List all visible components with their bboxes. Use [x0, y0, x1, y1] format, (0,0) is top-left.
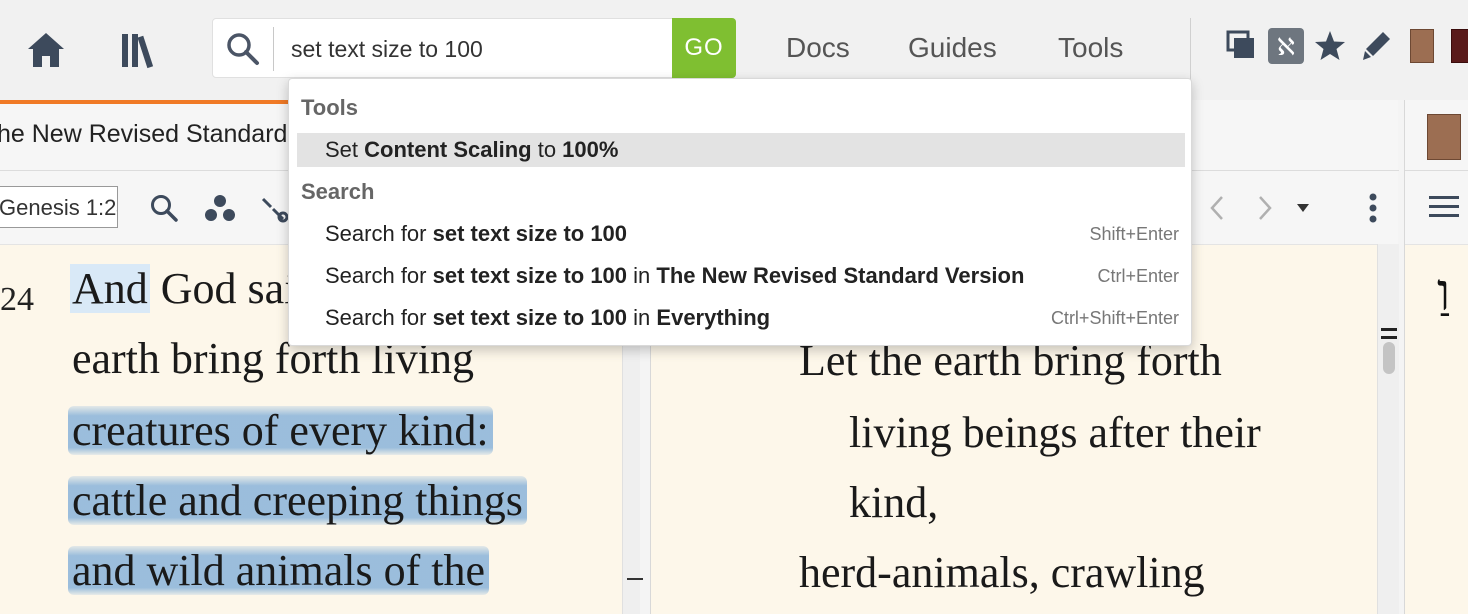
hamburger-menu-icon[interactable] [1429, 194, 1459, 225]
suggestion-query: set text size to 100 [432, 221, 628, 246]
suggestion-text: Search for [325, 221, 433, 246]
highlighted-text[interactable]: creatures of every kind: [68, 406, 493, 455]
tab-divider [1405, 170, 1468, 171]
home-icon[interactable] [24, 28, 68, 72]
previous-chevron-icon[interactable] [1199, 190, 1235, 226]
nav-docs[interactable]: Docs [786, 32, 850, 64]
text-line-5: and wild animals of the [68, 545, 490, 596]
suggestion-text: Search for [325, 263, 433, 288]
suggestion-search[interactable]: Search for set text size to 100 Shift+En… [297, 217, 1185, 251]
resource-cover-thumbnail[interactable] [1427, 114, 1461, 160]
selected-word[interactable]: And [70, 264, 150, 313]
scroll-marker [1381, 336, 1397, 339]
suggestion-text: to [531, 137, 563, 162]
book-thumbnail-icon-2[interactable] [1444, 28, 1468, 64]
suggestion-search-in-everything[interactable]: Search for set text size to 100 in Every… [297, 301, 1185, 335]
go-button[interactable]: GO [672, 18, 736, 78]
scroll-marker [1381, 328, 1397, 331]
suggestion-value: 100% [562, 137, 619, 162]
suggestion-target: The New Revised Standard Version [656, 263, 1025, 288]
search-separator [273, 27, 274, 71]
suggestion-text: in [627, 305, 657, 330]
text-line-3: creatures of every kind: [68, 405, 493, 456]
suggestion-query: set text size to 100 [432, 263, 628, 288]
highlighted-text[interactable]: cattle and creeping things [68, 476, 527, 525]
history-dropdown-icon[interactable] [1285, 190, 1321, 226]
library-icon[interactable] [120, 28, 164, 72]
toolbar-divider [1190, 18, 1191, 80]
nav-tools[interactable]: Tools [1058, 32, 1123, 64]
suggestion-search-in-nrsv[interactable]: Search for set text size to 100 in The N… [297, 259, 1185, 293]
suggestion-text: in [627, 263, 657, 288]
svg-text:ℵ: ℵ [1277, 33, 1295, 61]
visual-filters-icon[interactable] [202, 190, 238, 226]
next-chevron-icon[interactable] [1247, 190, 1283, 226]
highlighter-icon[interactable] [1358, 28, 1394, 64]
scroll-marker [627, 578, 643, 580]
suggestion-query: set text size to 100 [432, 305, 628, 330]
verse-number: 24 [0, 281, 34, 318]
unlink-icon[interactable] [256, 190, 292, 226]
hebrew-tool-icon[interactable]: ℵ [1268, 28, 1304, 64]
search-icon[interactable] [225, 31, 261, 67]
highlighted-text[interactable]: and wild animals of the [68, 546, 490, 595]
panel-scrollbar[interactable] [1377, 244, 1399, 614]
layouts-icon[interactable] [1224, 28, 1260, 64]
reference-box[interactable]: Genesis 1:24 [0, 186, 118, 228]
command-search-input[interactable] [283, 29, 673, 69]
suggestion-target: Everything [656, 305, 771, 330]
suggestion-text: Search for [325, 305, 433, 330]
text-line-4: cattle and creeping things [68, 475, 527, 526]
keyboard-shortcut: Ctrl+Enter [1097, 266, 1179, 286]
suggestion-text: Set [325, 137, 365, 162]
favorites-star-icon[interactable] [1312, 28, 1348, 64]
book-thumbnail-icon[interactable] [1404, 28, 1440, 64]
keyboard-shortcut: Ctrl+Shift+Enter [1050, 308, 1179, 328]
text-line-2: living beings after their [849, 408, 1261, 457]
search-section-header: Search [301, 179, 375, 204]
panel-tab-title[interactable]: he New Revised Standard [0, 120, 287, 149]
suggestion-setting: Content Scaling [364, 137, 532, 162]
panel-search-icon[interactable] [146, 190, 182, 226]
text-line-3: kind, [849, 478, 939, 527]
hebrew-text: וַ [1437, 263, 1451, 323]
tools-section-header: Tools [301, 95, 359, 120]
search-box: GO [212, 18, 736, 78]
scrollbar-thumb[interactable] [1383, 342, 1395, 374]
suggestion-set-content-scaling[interactable]: Set Content Scaling to 100% [297, 133, 1185, 167]
active-tab-accent [0, 100, 290, 104]
text-line-4: herd-animals, crawling [799, 548, 1205, 597]
bible-text-area: וַ [1405, 244, 1468, 614]
bible-panel-right: וַ [1404, 100, 1468, 614]
nav-guides[interactable]: Guides [908, 32, 997, 64]
panel-menu-icon[interactable] [1355, 190, 1391, 226]
keyboard-shortcut: Shift+Enter [1089, 224, 1179, 244]
command-suggestions-dropdown: Tools Set Content Scaling to 100% Search… [288, 78, 1192, 346]
